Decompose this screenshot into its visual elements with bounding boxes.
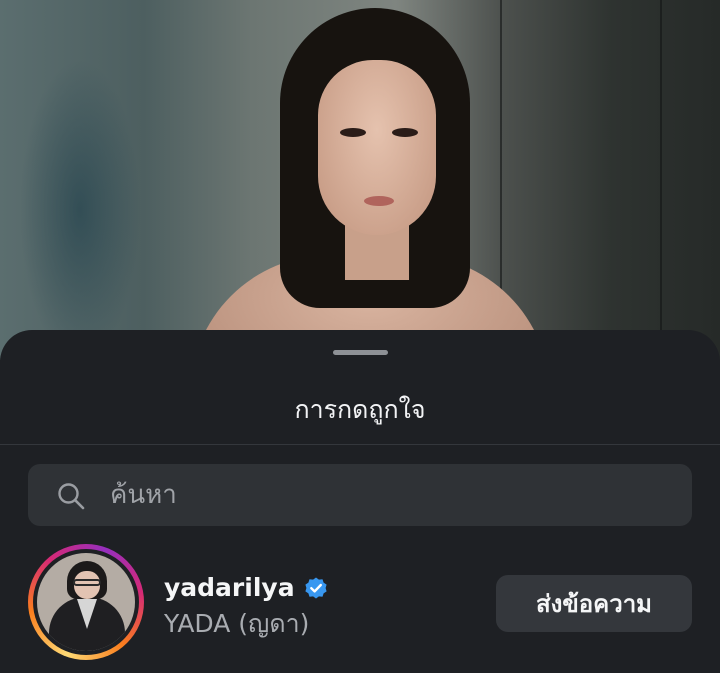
send-message-button[interactable]: ส่งข้อความ	[496, 575, 692, 632]
username[interactable]: yadarilya	[164, 570, 295, 606]
search-box[interactable]	[28, 464, 692, 526]
full-name: YADA (ญดา)	[164, 609, 310, 638]
search-icon	[58, 483, 85, 510]
avatar-person-glasses	[73, 579, 101, 586]
liker-row[interactable]: yadarilya YADA (ญดา) ส่งข้อความ	[0, 544, 720, 666]
photo-background-shelf	[500, 0, 502, 330]
username-line: yadarilya	[164, 570, 329, 606]
photo-person-face	[318, 60, 436, 235]
photo-person-eye	[392, 128, 418, 137]
search-input[interactable]	[110, 464, 670, 526]
likes-bottom-sheet: การกดถูกใจ yadarilya	[0, 330, 720, 673]
photo-background-shelf	[660, 0, 662, 330]
title-divider	[0, 444, 720, 445]
background-photo	[0, 0, 720, 395]
screen: การกดถูกใจ yadarilya	[0, 0, 720, 673]
verified-badge-icon	[304, 577, 327, 599]
drag-handle[interactable]	[333, 350, 388, 355]
photo-person-eye	[340, 128, 366, 137]
sheet-title: การกดถูกใจ	[294, 395, 426, 424]
avatar[interactable]	[37, 553, 135, 651]
photo-person-lips	[364, 196, 394, 206]
story-ring[interactable]	[28, 544, 144, 660]
